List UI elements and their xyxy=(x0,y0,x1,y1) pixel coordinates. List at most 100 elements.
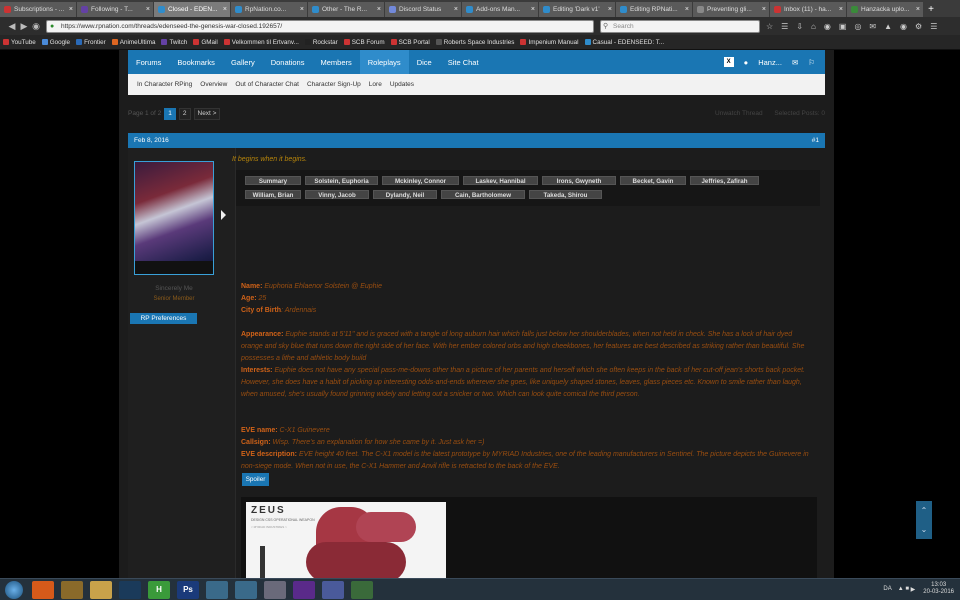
browser-tab[interactable]: Discord Status × xyxy=(385,2,461,17)
pocket-icon[interactable]: ◉ xyxy=(824,22,831,31)
nav-donations[interactable]: Donations xyxy=(263,50,313,74)
browser-tab[interactable]: Following - T... × xyxy=(77,2,153,17)
app8-taskbar-icon[interactable] xyxy=(235,580,257,599)
character-tab[interactable]: Solstein, Euphoria xyxy=(305,176,378,185)
subnav-item[interactable]: In Character RPing xyxy=(137,81,192,88)
character-tab[interactable]: Jeffries, Zafirah xyxy=(690,176,759,185)
tab-close-icon[interactable]: × xyxy=(608,6,612,13)
address-bar[interactable]: ● https://www.rpnation.com/threads/edens… xyxy=(46,19,594,33)
tab-close-icon[interactable]: × xyxy=(377,6,381,13)
nav-bookmarks[interactable]: Bookmarks xyxy=(169,50,223,74)
firefox-taskbar-icon[interactable] xyxy=(32,580,54,599)
page-2-button[interactable]: 2 xyxy=(178,107,191,120)
character-tab[interactable]: Mckinley, Connor xyxy=(382,176,459,185)
tab-close-icon[interactable]: × xyxy=(146,6,150,13)
subnav-item[interactable]: Lore xyxy=(369,81,382,88)
bookmark-item[interactable]: Impenium Manual xyxy=(520,39,579,46)
bookmark-item[interactable]: GMail xyxy=(193,39,218,46)
home-icon[interactable]: ⌂ xyxy=(811,22,816,31)
tab-close-icon[interactable]: × xyxy=(762,6,766,13)
settings-icon[interactable]: ⚙ xyxy=(915,22,922,31)
browser-tab[interactable]: Add-ons Man... × xyxy=(462,2,538,17)
page-1-button[interactable]: 1 xyxy=(164,107,176,120)
tab-close-icon[interactable]: × xyxy=(300,6,304,13)
inbox-icon[interactable]: ✉ xyxy=(792,58,798,67)
tab-close-icon[interactable]: × xyxy=(531,6,535,13)
author-name[interactable]: Sincerely Me xyxy=(128,285,220,292)
post-number[interactable]: #1 xyxy=(812,137,819,144)
network-icon[interactable]: ■ xyxy=(905,586,909,592)
start-button[interactable] xyxy=(5,580,23,599)
character-tab[interactable]: Summary xyxy=(245,176,301,185)
browser-tab[interactable]: Inbox (11) - ha... × xyxy=(770,2,846,17)
bookmark-item[interactable]: Twitch xyxy=(161,39,187,46)
browser-tab[interactable]: Hanzacka uplo... × xyxy=(847,2,923,17)
back-icon[interactable]: ◀ xyxy=(6,21,18,32)
new-tab-button[interactable]: + xyxy=(924,2,938,17)
mech-image[interactable]: ZEUS DESIGN CSS OPERATIONAL WEAPON < MYR… xyxy=(246,502,446,578)
shield-icon[interactable]: ▲ xyxy=(884,22,892,31)
bookmark-item[interactable]: Velkommen til Ertvanv... xyxy=(223,39,299,46)
bookmark-item[interactable]: Rockstar xyxy=(304,39,338,46)
download-icon[interactable]: ⇩ xyxy=(796,22,803,31)
character-tab[interactable]: Vinny, Jacob xyxy=(305,190,369,199)
character-tab[interactable]: Laskev, Hannibal xyxy=(463,176,538,185)
nav-gallery[interactable]: Gallery xyxy=(223,50,263,74)
subnav-item[interactable]: Overview xyxy=(200,81,227,88)
app9-taskbar-icon[interactable] xyxy=(264,580,286,599)
site-logo-icon[interactable]: X xyxy=(723,57,734,67)
app12-taskbar-icon[interactable] xyxy=(351,580,373,599)
bookmark-item[interactable]: SCB Forum xyxy=(343,39,385,46)
bookmarks-icon[interactable]: ☰ xyxy=(781,22,788,31)
browser-tab[interactable]: Other - The R... × xyxy=(308,2,384,17)
subnav-item[interactable]: Out of Character Chat xyxy=(235,81,299,88)
volume-icon[interactable]: ▶ xyxy=(911,586,916,593)
photoshop-taskbar-icon[interactable]: Ps xyxy=(177,580,199,599)
character-tab[interactable]: Dylandy, Neil xyxy=(373,190,437,199)
tab-close-icon[interactable]: × xyxy=(223,6,227,13)
bookmark-item[interactable]: SCB Portal xyxy=(390,39,430,46)
tab-close-icon[interactable]: × xyxy=(916,6,920,13)
bookmark-item[interactable]: Casual - EDENSEED: T... xyxy=(584,39,664,46)
nav-forums[interactable]: Forums xyxy=(128,50,169,74)
menu-icon[interactable]: ☰ xyxy=(930,22,937,31)
steam-taskbar-icon[interactable] xyxy=(119,580,141,599)
tools-taskbar-icon[interactable] xyxy=(61,580,83,599)
tab-close-icon[interactable]: × xyxy=(69,6,73,13)
bookmark-item[interactable]: YouTube xyxy=(3,39,36,46)
rp-preferences-button[interactable]: RP Preferences xyxy=(130,313,197,324)
extension2-icon[interactable]: ◎ xyxy=(854,22,861,31)
post-date[interactable]: Feb 8, 2016 xyxy=(134,137,169,144)
character-tab[interactable]: Takeda, Shirou xyxy=(529,190,602,199)
app7-taskbar-icon[interactable] xyxy=(206,580,228,599)
avatar[interactable] xyxy=(134,161,214,275)
next-page-button[interactable]: Next > xyxy=(193,107,221,120)
tab-close-icon[interactable]: × xyxy=(685,6,689,13)
visual-studio-taskbar-icon[interactable] xyxy=(293,580,315,599)
browser-tab[interactable]: Editing RPNati... × xyxy=(616,2,692,17)
browser-tab[interactable]: RpNation.co... × xyxy=(231,2,307,17)
tray-arrow-icon[interactable]: ▲ xyxy=(898,586,904,592)
browser-tab[interactable]: Closed - EDEN... × xyxy=(154,2,230,17)
subnav-item[interactable]: Updates xyxy=(390,81,414,88)
subnav-item[interactable]: Character Sign-Up xyxy=(307,81,361,88)
nav-dice[interactable]: Dice xyxy=(409,50,440,74)
forward-icon[interactable]: ▶ xyxy=(18,21,30,32)
browser-tab[interactable]: Subscriptions - ... × xyxy=(0,2,76,17)
browser-tab[interactable]: Editing 'Dark v1' × xyxy=(539,2,615,17)
browser-tab[interactable]: Preventing gli... × xyxy=(693,2,769,17)
alerts-icon[interactable]: ⚐ xyxy=(808,58,815,67)
extension-icon[interactable]: ▣ xyxy=(839,22,847,31)
nav-roleplays[interactable]: Roleplays xyxy=(359,50,409,74)
character-tab[interactable]: Irons, Gwyneth xyxy=(542,176,616,185)
username[interactable]: Hanz... xyxy=(758,58,782,67)
character-tab[interactable]: Becket, Gavin xyxy=(620,176,686,185)
language-indicator[interactable]: DA xyxy=(883,586,891,592)
chat-icon[interactable]: ✉ xyxy=(869,22,876,31)
nav-site-chat[interactable]: Site Chat xyxy=(440,50,487,74)
search-input[interactable]: ⚲ Search xyxy=(600,19,760,33)
bookmark-item[interactable]: Roberts Space Industries xyxy=(435,39,514,46)
bookmark-item[interactable]: Frontier xyxy=(76,39,106,46)
hexchat-taskbar-icon[interactable]: H xyxy=(148,580,170,599)
tab-close-icon[interactable]: × xyxy=(839,6,843,13)
